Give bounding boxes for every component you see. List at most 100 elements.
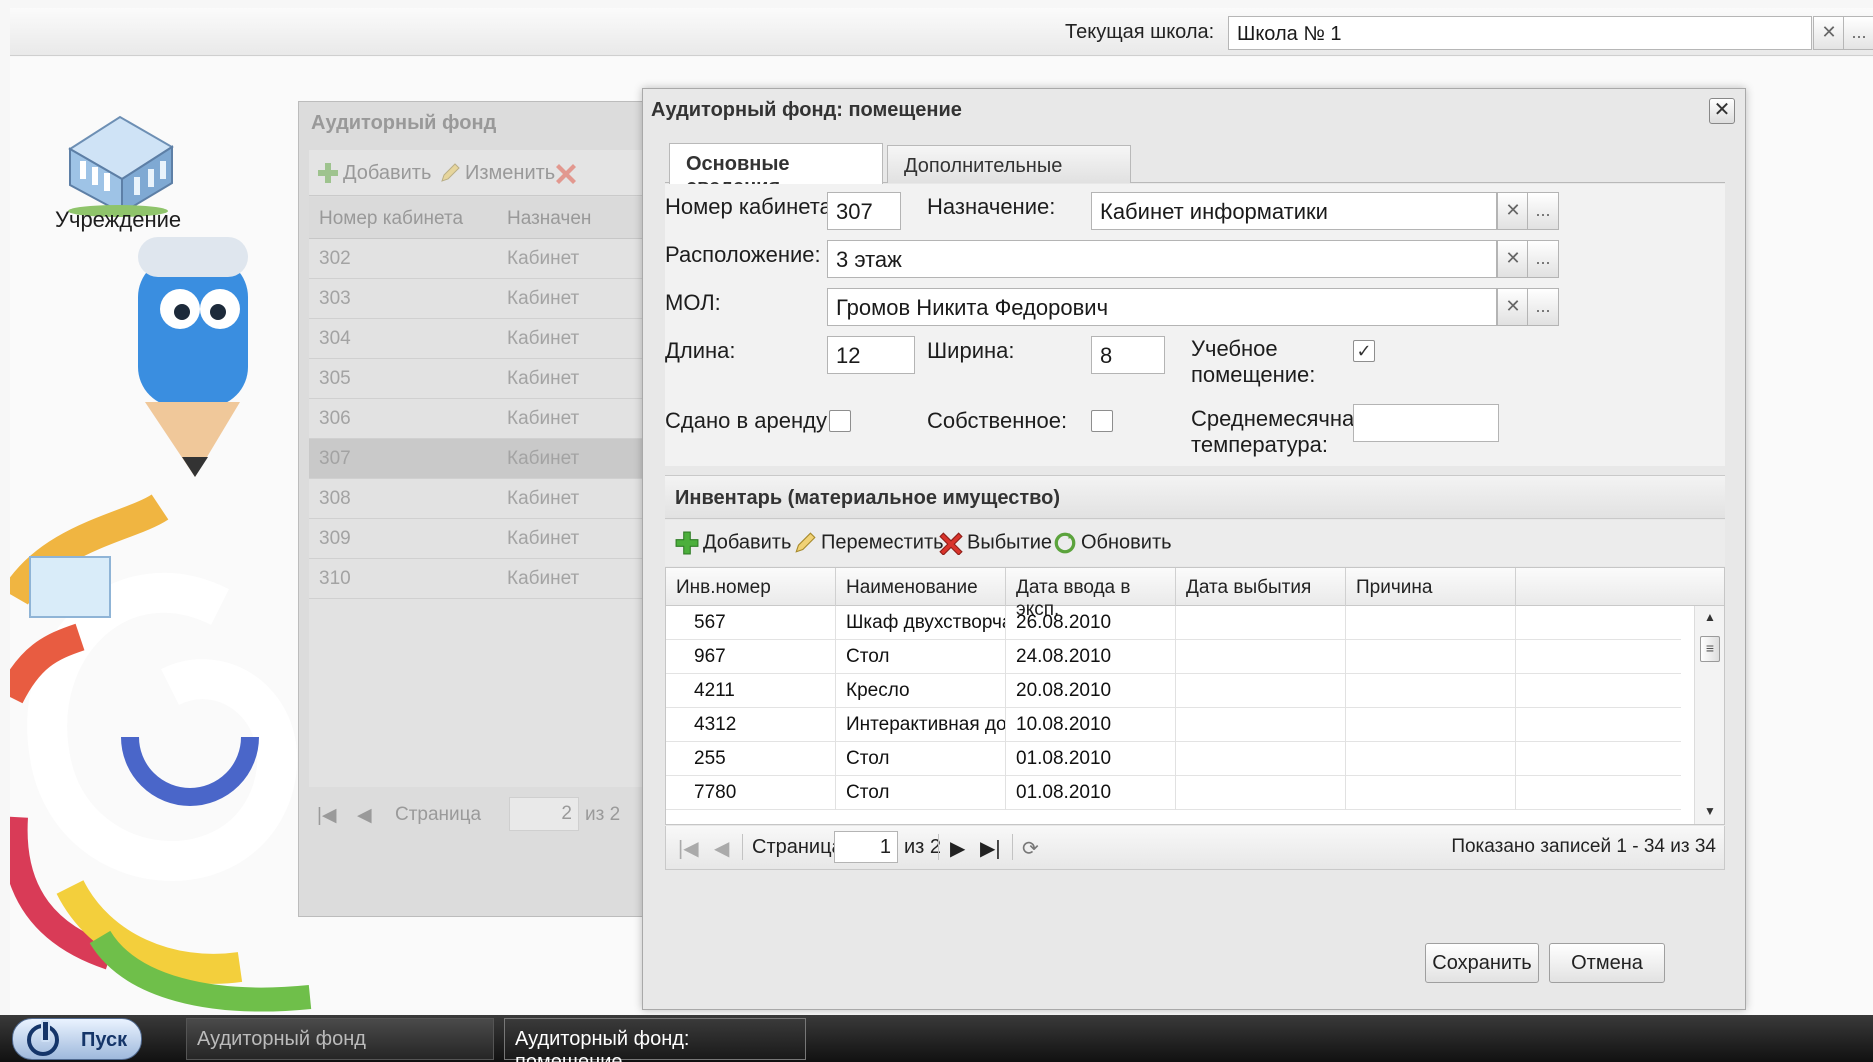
column-header-name[interactable]: Наименование	[836, 568, 1006, 606]
pager-total: из 2	[904, 836, 942, 858]
clear-mol-icon[interactable]: ✕	[1497, 288, 1529, 326]
own-checkbox[interactable]	[1091, 410, 1113, 432]
inventory-add-button[interactable]: Добавить	[675, 531, 791, 555]
select-location-button[interactable]: ...	[1527, 240, 1559, 278]
page-number-input[interactable]: 1	[834, 831, 898, 863]
length-field[interactable]: 12	[827, 336, 915, 374]
inventory-refresh-label: Обновить	[1081, 531, 1172, 554]
page-number-input[interactable]: 2	[509, 797, 579, 831]
separator	[742, 834, 743, 860]
first-page-icon[interactable]: |◀	[678, 836, 699, 861]
cell-name: Стол	[836, 742, 1006, 776]
length-label: Длина:	[665, 338, 736, 363]
refresh-icon[interactable]: ⟳	[1022, 836, 1039, 861]
tab-main-info[interactable]: Основные сведения	[669, 143, 883, 198]
taskbar-task-room-dialog[interactable]: Аудиторный фонд: помещение	[504, 1018, 806, 1062]
cell-inv-number: 4312	[666, 708, 836, 742]
width-field[interactable]: 8	[1091, 336, 1165, 374]
edit-button[interactable]: Изменить	[465, 162, 555, 185]
cell-number: 304	[319, 328, 351, 349]
scroll-thumb[interactable]: ≡	[1700, 636, 1720, 662]
start-button[interactable]: Пуск	[12, 1018, 142, 1060]
first-page-icon[interactable]: |◀	[317, 804, 337, 827]
mol-field[interactable]: Громов Никита Федорович	[827, 288, 1497, 326]
cell-date-out	[1176, 606, 1346, 640]
inventory-toolbar: Добавить Переместить Выбытие Обновить	[665, 520, 1725, 566]
table-row[interactable]: 306 Кабинет	[309, 399, 649, 439]
close-icon[interactable]: ✕	[1709, 98, 1735, 124]
cell-date-in: 24.08.2010	[1006, 640, 1176, 674]
table-row[interactable]: 967 Стол 24.08.2010	[666, 640, 1681, 674]
column-header-date-out[interactable]: Дата выбытия	[1176, 568, 1346, 606]
add-button[interactable]: Добавить	[343, 162, 431, 185]
rented-checkbox[interactable]	[829, 410, 851, 432]
column-header-reason[interactable]: Причина	[1346, 568, 1516, 606]
table-row[interactable]: 255 Стол 01.08.2010	[666, 742, 1681, 776]
prev-page-icon[interactable]: ◀	[357, 804, 372, 827]
table-row[interactable]: 302 Кабинет	[309, 239, 649, 279]
cell-reason	[1346, 776, 1516, 810]
location-field[interactable]: 3 этаж	[827, 240, 1497, 278]
column-header-purpose[interactable]: Назначен	[507, 208, 591, 230]
cell-purpose: Кабинет	[507, 568, 580, 589]
table-row[interactable]: 310 Кабинет	[309, 559, 649, 599]
educational-label-line2: помещение:	[1191, 362, 1316, 387]
educational-checkbox[interactable]: ✓	[1353, 340, 1375, 362]
room-number-label: Номер кабинета:	[665, 194, 838, 219]
room-dialog: Аудиторный фонд: помещение ✕ Основные св…	[642, 88, 1746, 1010]
scroll-down-icon[interactable]: ▼	[1704, 804, 1716, 818]
cell-number: 309	[319, 528, 351, 549]
purpose-field[interactable]: Кабинет информатики	[1091, 192, 1497, 230]
inventory-dispose-label: Выбытие	[967, 531, 1052, 554]
table-row[interactable]: 305 Кабинет	[309, 359, 649, 399]
next-page-icon[interactable]: ▶	[950, 836, 965, 861]
temperature-field[interactable]	[1353, 404, 1499, 442]
room-number-field[interactable]: 307	[827, 192, 901, 230]
cell-date-out	[1176, 776, 1346, 810]
save-button[interactable]: Сохранить	[1425, 943, 1539, 983]
cell-name: Интерактивная дос	[836, 708, 1006, 742]
inventory-refresh-button[interactable]: Обновить	[1053, 531, 1172, 555]
current-school-field[interactable]: Школа № 1	[1228, 16, 1812, 50]
column-header-date-in[interactable]: Дата ввода в эксп.	[1006, 568, 1176, 620]
inventory-scrollbar[interactable]: ▲ ≡ ▼	[1694, 606, 1724, 824]
table-row[interactable]: 308 Кабинет	[309, 479, 649, 519]
table-row[interactable]: 567 Шкаф двухстворчат 26.08.2010	[666, 606, 1681, 640]
inventory-move-button[interactable]: Переместить	[793, 531, 944, 555]
cancel-button[interactable]: Отмена	[1549, 943, 1665, 983]
column-header-number[interactable]: Номер кабинета	[319, 208, 463, 230]
delete-icon[interactable]	[555, 162, 577, 190]
taskbar-task-room-fund[interactable]: Аудиторный фонд	[186, 1018, 494, 1060]
cell-number: 307	[319, 448, 351, 469]
table-row[interactable]: 7780 Стол 01.08.2010	[666, 776, 1681, 810]
table-row-selected[interactable]: 307 Кабинет	[309, 439, 649, 479]
pencil-icon	[439, 162, 461, 190]
inventory-dispose-button[interactable]: Выбытие	[939, 531, 1052, 555]
prev-page-icon[interactable]: ◀	[714, 836, 729, 861]
cell-date-in: 01.08.2010	[1006, 776, 1176, 810]
cell-number: 303	[319, 288, 351, 309]
table-row[interactable]: 303 Кабинет	[309, 279, 649, 319]
table-row[interactable]: 4211 Кресло 20.08.2010	[666, 674, 1681, 708]
cell-reason	[1346, 742, 1516, 776]
clear-location-icon[interactable]: ✕	[1497, 240, 1529, 278]
table-row[interactable]: 4312 Интерактивная дос 10.08.2010	[666, 708, 1681, 742]
inventory-section-title: Инвентарь (материальное имущество)	[675, 487, 1061, 509]
current-school-label: Текущая школа:	[1065, 21, 1215, 43]
cell-purpose: Кабинет	[507, 328, 580, 349]
clear-school-icon[interactable]: ✕	[1813, 16, 1845, 50]
select-purpose-button[interactable]: ...	[1527, 192, 1559, 230]
clear-purpose-icon[interactable]: ✕	[1497, 192, 1529, 230]
tab-additional-info[interactable]: Дополнительные сведения	[887, 145, 1131, 200]
table-row[interactable]: 309 Кабинет	[309, 519, 649, 559]
table-row[interactable]: 304 Кабинет	[309, 319, 649, 359]
scroll-up-icon[interactable]: ▲	[1704, 610, 1716, 624]
select-mol-button[interactable]: ...	[1527, 288, 1559, 326]
cell-inv-number: 255	[666, 742, 836, 776]
top-bar: Текущая школа: Школа № 1 ✕ ...	[10, 8, 1873, 56]
select-school-button[interactable]: ...	[1843, 16, 1873, 50]
last-page-icon[interactable]: ▶|	[980, 836, 1001, 861]
pencil-character-icon	[138, 237, 248, 477]
column-header-inv-number[interactable]: Инв.номер	[666, 568, 836, 606]
purpose-label: Назначение:	[927, 194, 1056, 219]
